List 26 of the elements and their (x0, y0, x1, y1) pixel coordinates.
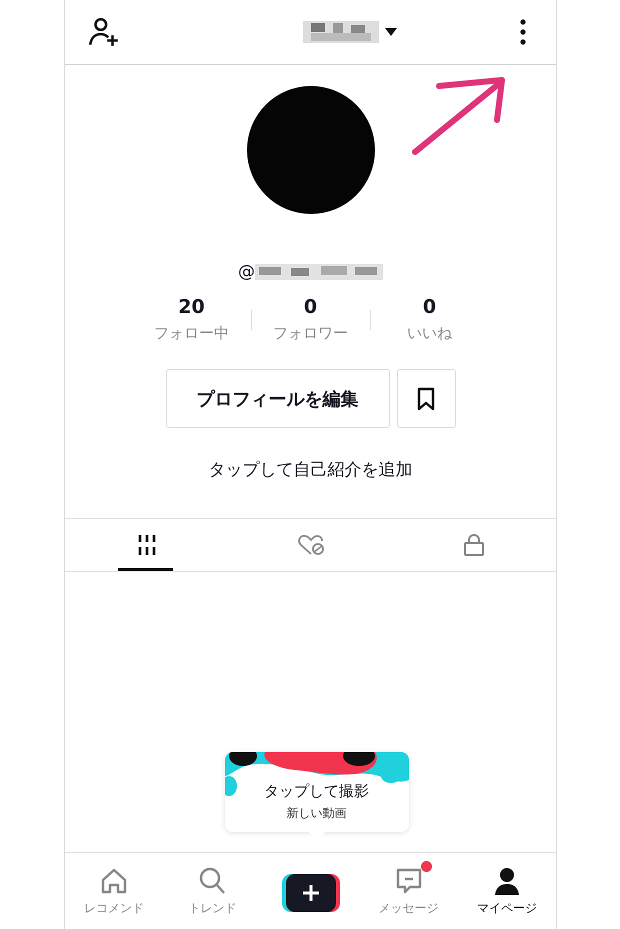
bio-hint[interactable]: タップして自己紹介を追加 (208, 458, 412, 481)
bookmark-button[interactable] (396, 369, 456, 428)
dropdown-caret-icon[interactable] (384, 28, 396, 36)
nav-tab[interactable]: マイページ (458, 865, 556, 917)
record-tooltip[interactable]: タップして撮影 新しい動画 (224, 752, 408, 832)
create-button[interactable] (282, 874, 340, 912)
add-user-icon[interactable] (87, 15, 121, 49)
hidden-heart-icon (296, 533, 324, 557)
edit-profile-button[interactable]: プロフィールを編集 (166, 369, 390, 428)
handle-prefix: @ (238, 262, 255, 282)
plus-icon (300, 883, 320, 903)
nav-tab[interactable]: メッセージ (360, 865, 458, 917)
stat-label: いいね (407, 324, 452, 343)
stat-count: 20 (178, 296, 205, 318)
stat-label: フォロー中 (154, 324, 229, 343)
search-icon (197, 866, 228, 896)
stat-label: フォロワー (273, 324, 348, 343)
tooltip-title: タップして撮影 (264, 782, 369, 801)
lock-icon (462, 533, 486, 557)
nav-tab[interactable]: トレンド (163, 865, 262, 917)
more-menu-icon[interactable] (518, 17, 528, 47)
bookmark-icon (416, 386, 436, 410)
stat-count: 0 (422, 296, 436, 318)
tooltip-subtitle: 新しい動画 (286, 805, 346, 822)
stat-count: 0 (304, 296, 318, 318)
nav-tab[interactable]: レコメンド (65, 865, 164, 917)
